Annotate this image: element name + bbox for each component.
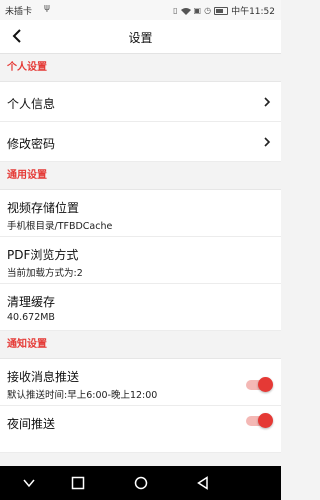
settings-item-label: 修改密码 xyxy=(7,137,56,151)
app-bar: 设置 xyxy=(0,20,281,54)
settings-item-personal-info[interactable]: 个人信息 xyxy=(0,82,281,122)
vibrate-icon: ▯ xyxy=(173,6,178,15)
settings-item-value: 40.672MB xyxy=(7,312,55,323)
settings-item-push-notifications: 接收消息推送 默认推送时间:早上6:00-晚上12:00 xyxy=(0,359,281,406)
settings-item-video-storage[interactable]: 视频存储位置 手机根目录/TFBDCache xyxy=(0,190,281,237)
settings-item-value: 当前加载方式为:2 xyxy=(7,268,83,279)
battery-icon xyxy=(214,6,229,15)
settings-item-night-push: 夜间推送 xyxy=(0,406,281,453)
chevron-right-icon xyxy=(264,137,271,147)
settings-item-label: 接收消息推送 xyxy=(7,370,80,384)
sim-icon: ▣ xyxy=(193,6,202,15)
settings-list: 个人设置 个人信息 修改密码 通用设置 视频存储位置 手机根目录/TFBDCac… xyxy=(0,54,281,466)
section-header-general: 通用设置 xyxy=(0,162,281,190)
settings-item-value: 手机根目录/TFBDCache xyxy=(7,221,113,232)
section-header-personal: 个人设置 xyxy=(0,54,281,82)
status-icons: ▯ ▣ ◷ 中午11:52 xyxy=(173,4,275,17)
toggle-knob xyxy=(258,413,273,428)
settings-item-label: 视频存储位置 xyxy=(7,201,80,215)
settings-item-pdf-mode[interactable]: PDF浏览方式 当前加载方式为:2 xyxy=(0,237,281,284)
night-push-toggle[interactable] xyxy=(246,413,273,428)
page-title: 设置 xyxy=(128,31,153,45)
settings-item-label: 夜间推送 xyxy=(7,417,56,431)
usb-icon: ψ xyxy=(44,3,50,13)
settings-item-label: 个人信息 xyxy=(7,97,56,111)
wifi-icon xyxy=(180,7,191,15)
alarm-icon: ◷ xyxy=(204,6,212,15)
system-nav-bar xyxy=(0,466,281,500)
settings-item-change-password[interactable]: 修改密码 xyxy=(0,122,281,162)
back-triangle-icon[interactable] xyxy=(196,476,210,490)
push-notifications-toggle[interactable] xyxy=(246,377,273,392)
status-time: 中午11:52 xyxy=(231,7,275,17)
settings-item-label: PDF浏览方式 xyxy=(7,248,79,262)
settings-item-value: 默认推送时间:早上6:00-晚上12:00 xyxy=(7,390,158,401)
expand-down-icon[interactable] xyxy=(22,476,36,490)
settings-item-clear-cache[interactable]: 清理缓存 40.672MB xyxy=(0,284,281,331)
chevron-right-icon xyxy=(264,97,271,107)
section-header-notification: 通知设置 xyxy=(0,331,281,359)
toggle-knob xyxy=(258,377,273,392)
status-bar: 未插卡 ψ ▯ ▣ ◷ 中午11:52 xyxy=(0,0,281,20)
home-circle-icon[interactable] xyxy=(134,476,148,490)
settings-item-label: 清理缓存 xyxy=(7,295,56,309)
recents-square-icon[interactable] xyxy=(71,476,85,490)
carrier-text: 未插卡 xyxy=(5,7,33,17)
